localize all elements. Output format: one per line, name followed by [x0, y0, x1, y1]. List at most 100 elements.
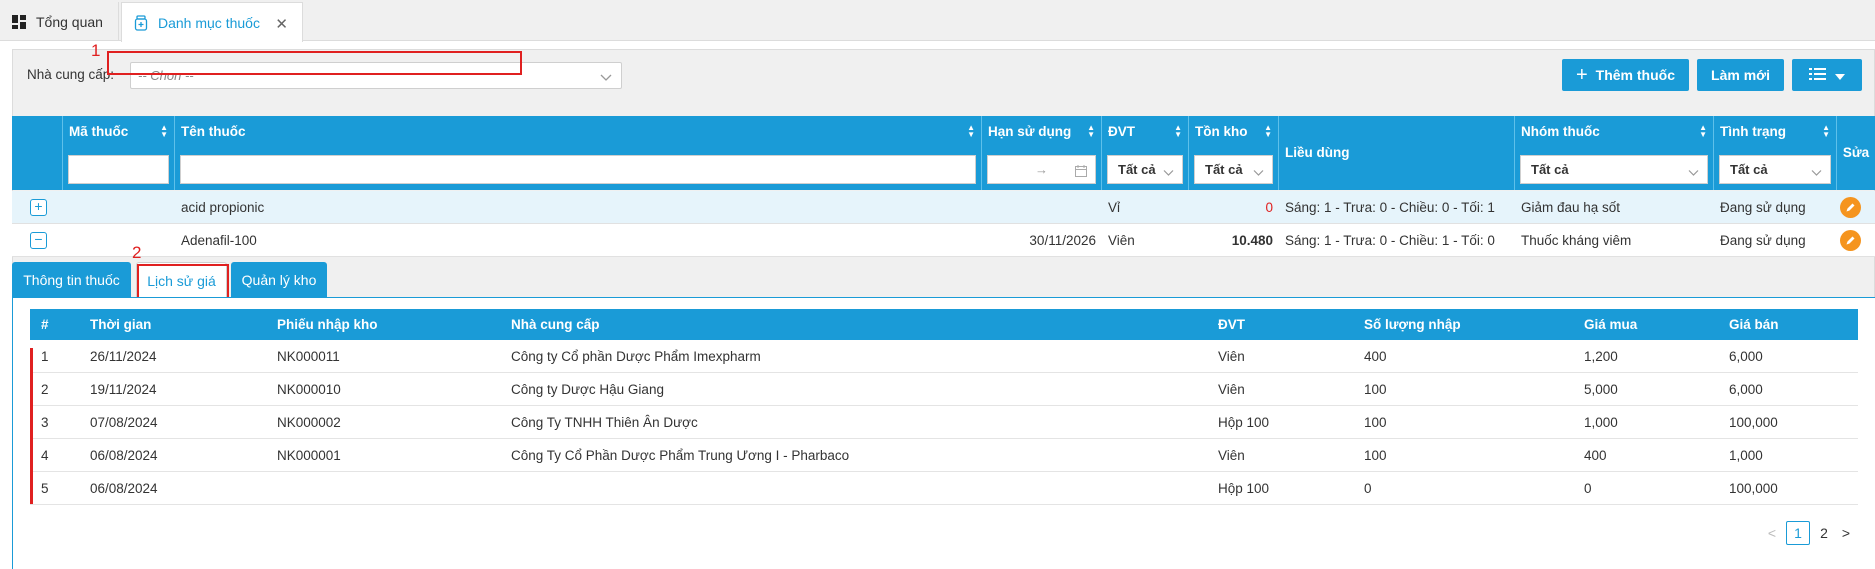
cell-sell: 6,000	[1729, 382, 1763, 397]
tab-overview[interactable]: Tổng quan	[0, 2, 119, 41]
cell-unit: Vỉ	[1108, 200, 1121, 215]
cell-group: Thuốc kháng viêm	[1521, 233, 1632, 248]
status-filter-select[interactable]: Tất cả	[1719, 155, 1831, 184]
add-drug-button[interactable]: + Thêm thuốc	[1562, 59, 1689, 91]
cell-qty: 100	[1364, 448, 1387, 463]
supplier-select[interactable]: -- Chon --	[130, 62, 622, 89]
supplier-label: Nhà cung cấp:	[27, 67, 115, 82]
cell-sell: 1,000	[1729, 448, 1763, 463]
cell-stock: 10.480	[1231, 233, 1273, 248]
col-code[interactable]: Mã thuốc ▲ ▼	[63, 116, 175, 190]
sort-icon[interactable]: ▲ ▼	[1822, 124, 1830, 139]
col-unit[interactable]: ĐVT ▲ ▼ Tất cả	[1102, 116, 1189, 190]
calendar-icon[interactable]	[1075, 165, 1087, 180]
table-row[interactable]: − Adenafil-100 30/11/2026 Viên 10.480 Sá…	[12, 224, 1875, 257]
cell-code	[63, 224, 175, 257]
col-stock[interactable]: Tồn kho ▲ ▼ Tất cả	[1189, 116, 1279, 190]
marker-2: 2	[132, 243, 142, 262]
cell-code	[63, 191, 175, 224]
hcol-buy: Giá mua	[1584, 317, 1638, 332]
sort-icon[interactable]: ▲ ▼	[967, 124, 975, 139]
col-expiry-label: Hạn sử dụng	[988, 124, 1072, 139]
edit-button[interactable]	[1840, 197, 1861, 218]
grid-header: Mã thuốc ▲ ▼ Tên thuốc ▲ ▼ Hạn sử dụng ▲ ▼ …	[12, 116, 1875, 190]
sort-icon[interactable]: ▲ ▼	[1264, 124, 1272, 139]
chevron-down-icon	[1163, 165, 1174, 180]
cell-status: Đang sử dụng	[1720, 200, 1806, 215]
tab-drug-info[interactable]: Thông tin thuốc	[12, 262, 131, 298]
refresh-button[interactable]: Làm mới	[1697, 59, 1784, 91]
close-icon[interactable]: ✕	[275, 15, 288, 33]
prev-page-button[interactable]: <	[1764, 521, 1780, 545]
unit-filter-select[interactable]: Tất cả	[1107, 155, 1183, 184]
collapse-row-button[interactable]: −	[30, 232, 47, 249]
chevron-down-icon	[600, 70, 612, 85]
cell-time: 06/08/2024	[90, 481, 158, 496]
sort-icon[interactable]: ▲ ▼	[1087, 124, 1095, 139]
cell-buy: 5,000	[1584, 382, 1618, 397]
cell-stock: 0	[1265, 200, 1273, 215]
cell-unit: Hộp 100	[1218, 481, 1270, 496]
tab-price-history-label: Lịch sử giá	[147, 272, 216, 289]
expand-row-button[interactable]: +	[30, 199, 47, 216]
edit-button[interactable]	[1840, 230, 1861, 251]
tab-stock-management-label: Quản lý kho	[241, 272, 317, 288]
tab-drug-catalog[interactable]: Danh mục thuốc ✕	[121, 2, 303, 42]
cell-qty: 0	[1364, 481, 1372, 496]
col-status[interactable]: Tình trạng ▲ ▼ Tất cả	[1714, 116, 1837, 190]
col-name[interactable]: Tên thuốc ▲ ▼	[175, 116, 982, 190]
next-page-button[interactable]: >	[1838, 521, 1854, 545]
stock-filter-value: Tất cả	[1205, 162, 1243, 177]
caret-down-icon	[1835, 67, 1845, 83]
hcol-sell: Giá bán	[1729, 317, 1779, 332]
cell-qty: 400	[1364, 349, 1387, 364]
name-filter-input[interactable]	[180, 155, 976, 184]
cell-time: 06/08/2024	[90, 448, 158, 463]
expiry-range-filter[interactable]: →	[987, 155, 1096, 184]
dashboard-icon	[12, 14, 26, 29]
cell-expiry: 30/11/2026	[1029, 233, 1096, 248]
cell-receipt: NK000011	[277, 349, 340, 364]
status-filter-value: Tất cả	[1730, 162, 1768, 177]
col-group[interactable]: Nhóm thuốc ▲ ▼ Tất cả	[1515, 116, 1714, 190]
tab-stock-management[interactable]: Quản lý kho	[231, 262, 327, 298]
tab-overview-label: Tổng quan	[36, 13, 103, 30]
tab-catalog-label: Danh mục thuốc	[158, 14, 260, 31]
sort-icon[interactable]: ▲ ▼	[1699, 124, 1707, 139]
add-drug-label: Thêm thuốc	[1595, 67, 1676, 83]
chevron-down-icon	[1811, 165, 1822, 180]
group-filter-select[interactable]: Tất cả	[1520, 155, 1708, 184]
marker-1: 1	[91, 41, 101, 60]
cell-time: 07/08/2024	[90, 415, 158, 430]
stock-filter-select[interactable]: Tất cả	[1194, 155, 1273, 184]
col-unit-label: ĐVT	[1108, 124, 1135, 139]
table-row[interactable]: + acid propionic Vỉ 0 Sáng: 1 - Trưa: 0 …	[12, 191, 1875, 224]
highlight-line	[30, 348, 33, 504]
column-menu-button[interactable]	[1792, 59, 1862, 91]
col-expand	[12, 116, 63, 190]
cell-time: 19/11/2024	[90, 382, 157, 397]
hcol-supplier: Nhà cung cấp	[511, 317, 600, 332]
pencil-icon	[1846, 236, 1855, 245]
page-2-button[interactable]: 2	[1812, 521, 1836, 545]
col-expiry[interactable]: Hạn sử dụng ▲ ▼ →	[982, 116, 1102, 190]
code-filter-input[interactable]	[68, 155, 169, 184]
sort-icon[interactable]: ▲ ▼	[1174, 124, 1182, 139]
cell-buy: 0	[1584, 481, 1592, 496]
col-status-label: Tình trạng	[1720, 124, 1786, 139]
medicine-icon	[134, 14, 148, 31]
supplier-placeholder: -- Chon --	[138, 68, 194, 83]
tab-price-history[interactable]: Lịch sử giá	[136, 262, 227, 298]
col-edit: Sửa	[1837, 116, 1875, 190]
cell-time: 26/11/2024	[90, 349, 157, 364]
cell-name: Adenafil-100	[181, 233, 257, 248]
page-1-button[interactable]: 1	[1786, 521, 1810, 545]
cell-sell: 6,000	[1729, 349, 1763, 364]
hcol-unit: ĐVT	[1218, 317, 1245, 332]
cell-supplier: Công ty Dược Hậu Giang	[511, 382, 664, 397]
cell-group: Giảm đau hạ sốt	[1521, 200, 1621, 215]
cell-dosage: Sáng: 1 - Trưa: 0 - Chiều: 1 - Tối: 0	[1285, 233, 1495, 248]
cell-supplier: Công Ty TNHH Thiên Ân Dược	[511, 415, 698, 430]
sort-icon[interactable]: ▲ ▼	[160, 124, 168, 139]
cell-unit: Viên	[1108, 233, 1135, 248]
